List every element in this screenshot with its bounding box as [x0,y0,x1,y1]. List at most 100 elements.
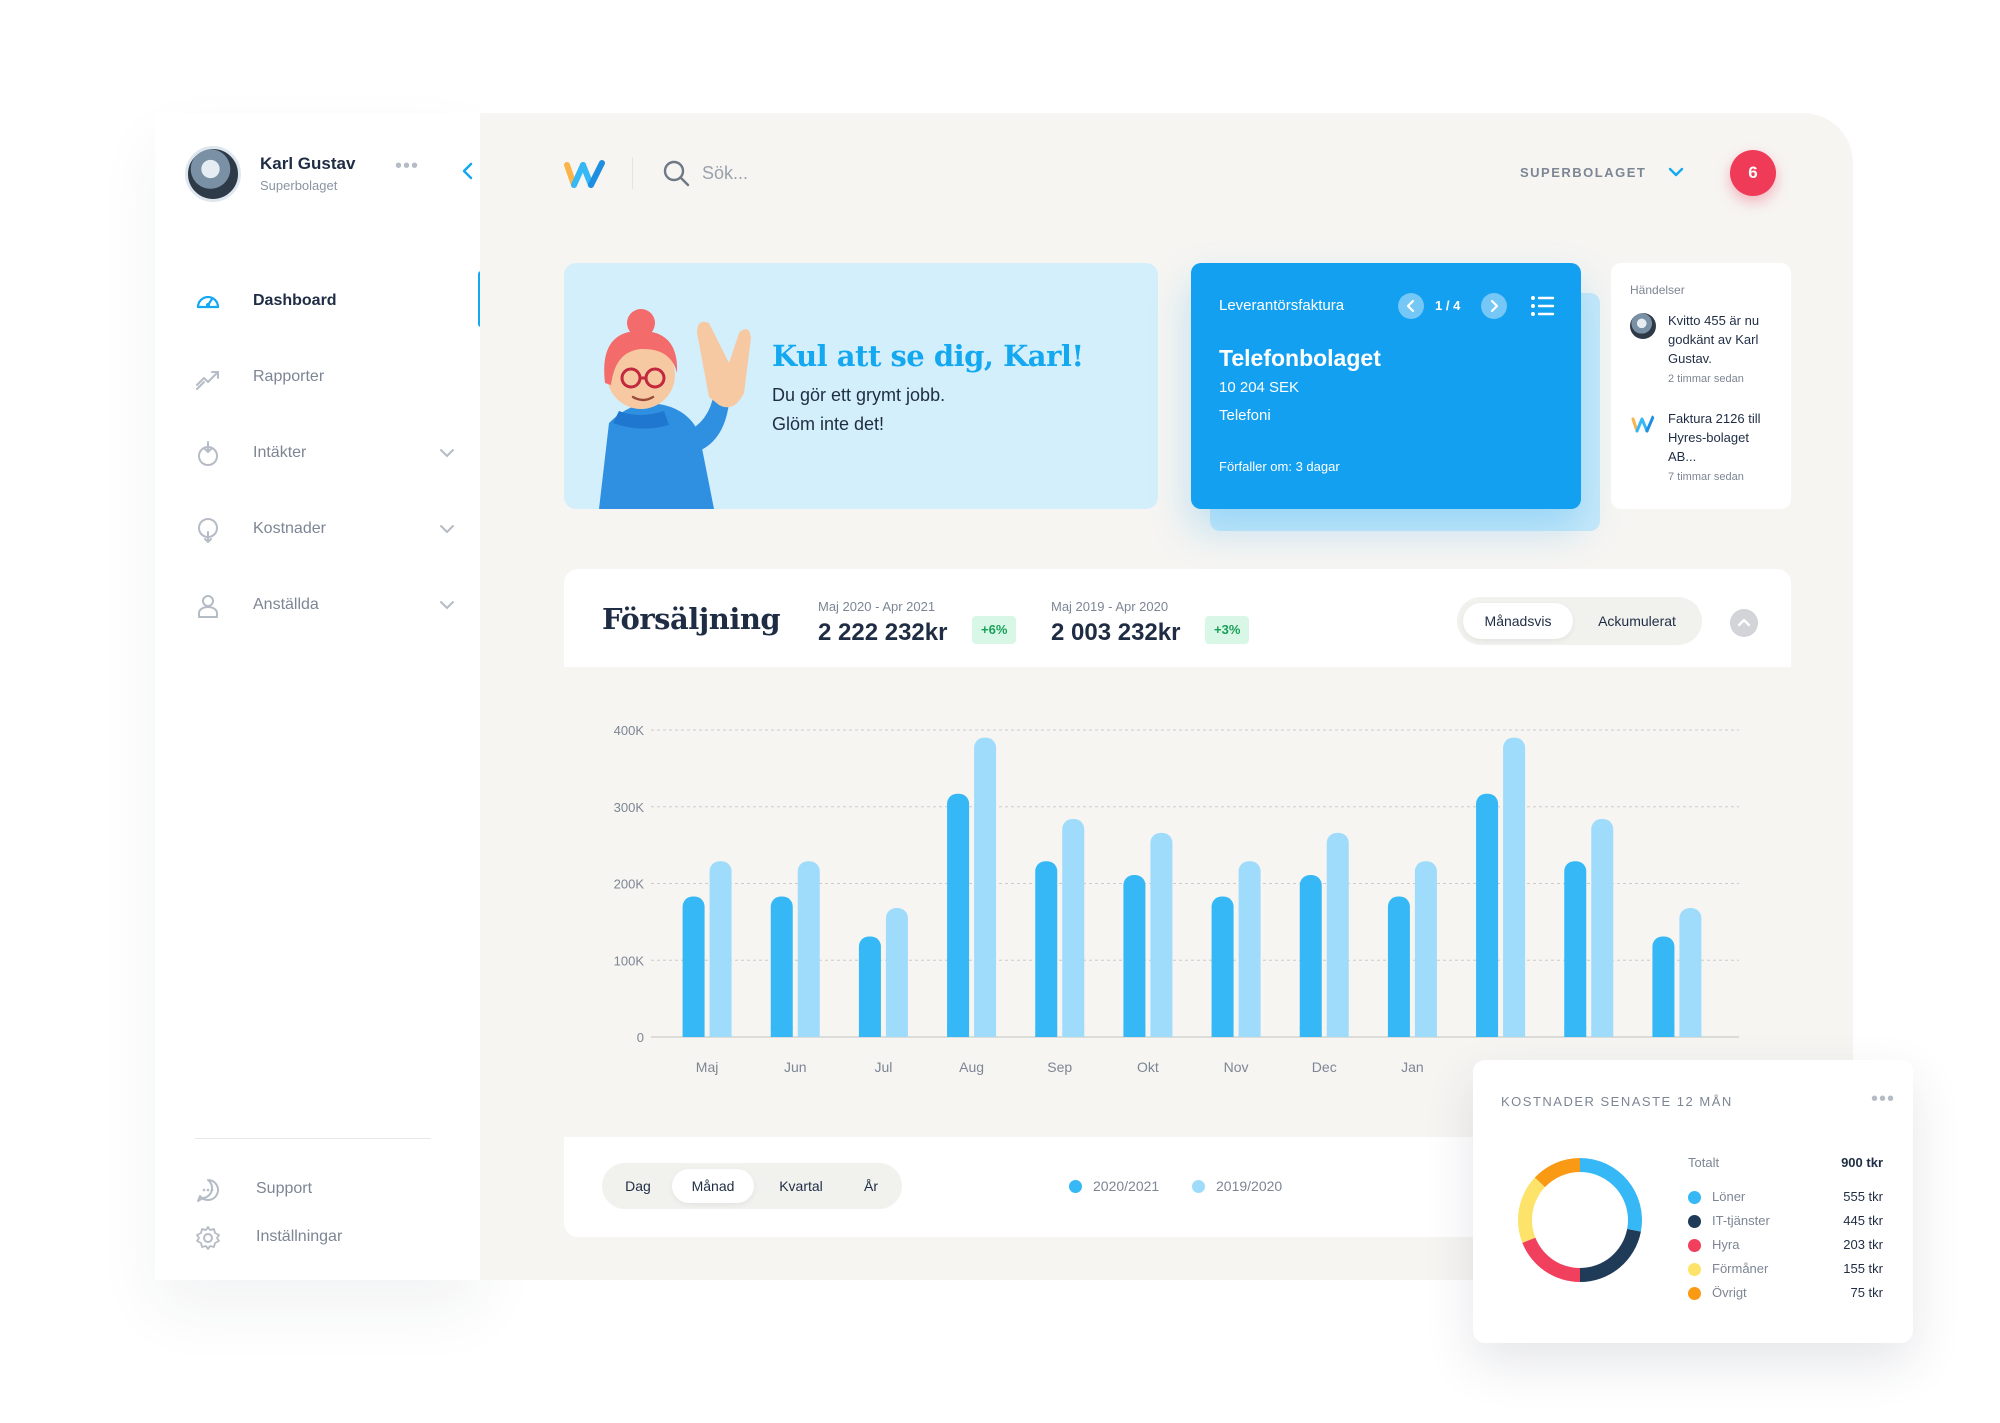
welcome-message: Glöm inte det! [772,414,885,434]
avatar[interactable] [185,146,241,202]
sidebar-item-dashboard[interactable]: Dashboard [195,283,455,319]
sidebar: Karl Gustav Superbolaget ••• Dashboard R… [155,113,484,1280]
view-toggle: Månadsvis Ackumulerat [1457,597,1702,645]
more-options-icon[interactable]: ••• [395,156,425,178]
bar-2020-2021 [770,896,793,1037]
event-item[interactable]: Kvitto 455 är nu godkänt av Karl Gustav.… [1630,311,1780,391]
kpi-change-badge: +6% [972,616,1017,644]
bar-base [797,1027,820,1037]
chevron-down-icon[interactable] [439,599,455,611]
chevron-down-icon[interactable] [439,447,455,459]
cost-value: 155 tkr [1843,1261,1883,1276]
dashboard-icon [196,295,220,309]
cost-name: Övrigt [1712,1285,1747,1300]
y-tick-label: 100K [614,953,645,968]
invoice-type: Leverantörsfaktura [1219,297,1345,314]
donut-slice [1580,1228,1641,1282]
search-input[interactable] [702,158,1102,188]
chevron-down-icon[interactable] [439,523,455,535]
sidebar-item-label: Intäkter [253,444,307,461]
costs-total-label: Totalt [1688,1155,1720,1170]
legend-dot [1688,1239,1701,1252]
list-icon[interactable] [1529,293,1555,319]
bar-2020-2021 [1211,896,1234,1037]
sidebar-item-settings[interactable]: Inställningar [195,1219,455,1255]
bar-base [1564,1027,1587,1037]
period-quarter-button[interactable]: Kvartal [758,1169,844,1203]
support-icon [197,1179,219,1202]
cost-name: IT-tjänster [1712,1213,1770,1228]
cost-value: 203 tkr [1843,1237,1883,1252]
bar-2019-2020 [1238,861,1261,1037]
view-cumulative-button[interactable]: Ackumulerat [1577,603,1697,639]
bar-base [682,1027,705,1037]
next-invoice-button[interactable] [1481,293,1507,319]
company-selector[interactable]: SUPERBOLAGET [1520,161,1690,185]
sidebar-item-employees[interactable]: Anställda [195,587,455,623]
period-year-button[interactable]: År [846,1169,896,1203]
x-tick-label: Jan [1401,1059,1424,1075]
user-name: Karl Gustav [260,154,356,173]
app-logo[interactable] [564,159,608,189]
sidebar-item-support[interactable]: Support [195,1171,455,1207]
user-profile[interactable]: Karl Gustav Superbolaget ••• [185,146,465,206]
cost-value: 555 tkr [1843,1189,1883,1204]
notification-badge[interactable]: 6 [1730,150,1776,196]
event-item[interactable]: Faktura 2126 till Hyres-bolaget AB... 7 … [1630,409,1780,489]
bar-2020-2021 [858,936,881,1037]
more-options-icon[interactable]: ••• [1871,1088,1895,1111]
x-tick-label: Aug [959,1059,984,1075]
bar-2020-2021 [1652,936,1675,1037]
costs-card: KOSTNADER SENASTE 12 MÅN ••• Totalt 900 … [1473,1060,1913,1343]
bar-2020-2021 [1476,793,1499,1037]
previous-invoice-button[interactable] [1398,293,1424,319]
period-day-button[interactable]: Dag [608,1169,668,1203]
sidebar-item-reports[interactable]: Rapporter [195,359,455,395]
welcome-message: Du gör ett grymt jobb. [772,385,946,405]
invoice-card[interactable]: Leverantörsfaktura 1 / 4 Telefonbolaget … [1191,263,1581,509]
chevron-down-icon [1668,167,1684,177]
top-bar: SUPERBOLAGET 6 [480,113,1853,223]
bar-2019-2020 [1062,819,1085,1037]
x-tick-label: Dec [1312,1059,1337,1075]
period-toggle: Dag Månad Kvartal År [602,1163,902,1209]
bar-base [1591,1027,1614,1037]
welcome-card: Kul att se dig, Karl! Du gör ett grymt j… [564,263,1158,509]
bar-2020-2021 [1387,896,1410,1037]
x-tick-label: Sep [1047,1059,1072,1075]
x-tick-label: Okt [1137,1059,1159,1075]
costs-total-value: 900 tkr [1841,1155,1883,1170]
cost-name: Förmåner [1712,1261,1769,1276]
bar-base [770,1027,793,1037]
bar-2019-2020 [1591,819,1614,1037]
costs-icon [198,518,218,543]
costs-title: KOSTNADER SENASTE 12 MÅN [1501,1094,1733,1109]
bar-base [1035,1027,1058,1037]
legend-dot [1192,1180,1205,1193]
sidebar-item-income[interactable]: Intäkter [195,435,455,471]
bar-2019-2020 [1326,832,1349,1037]
legend-label: 2020/2021 [1093,1178,1160,1194]
bar-base [858,1027,881,1037]
x-tick-label: Maj [696,1059,719,1075]
period-month-button[interactable]: Månad [672,1169,754,1203]
search-icon[interactable] [662,159,690,187]
income-icon [198,441,218,466]
legend-dot [1688,1215,1701,1228]
sidebar-item-label: Kostnader [253,520,326,537]
bar-base [885,1027,908,1037]
kpi-value: 2 003 232kr [1051,619,1181,646]
bar-base [974,1027,997,1037]
x-tick-label: Jul [874,1059,892,1075]
user-company: Superbolaget [260,178,338,193]
bar-base [1387,1027,1410,1037]
view-monthly-button[interactable]: Månadsvis [1463,603,1573,639]
divider [632,157,633,189]
legend-label: 2019/2020 [1216,1178,1283,1194]
company-selector-label: SUPERBOLAGET [1520,165,1647,180]
donut-slice [1580,1158,1642,1232]
kpi-period: Maj 2019 - Apr 2020 [1051,599,1169,614]
sidebar-item-costs[interactable]: Kostnader [195,511,455,547]
collapse-chart-button[interactable] [1730,609,1758,637]
collapse-sidebar-icon[interactable] [457,160,479,182]
